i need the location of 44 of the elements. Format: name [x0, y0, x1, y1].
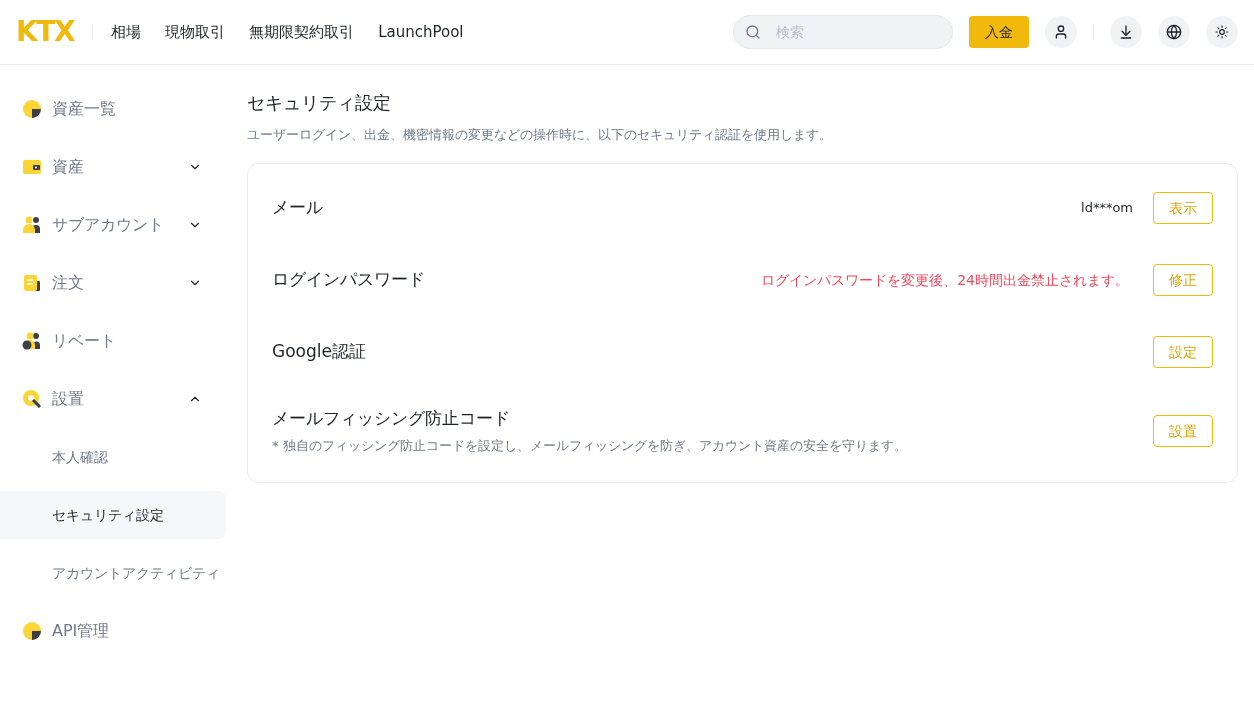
nav-link[interactable]: 相場 [111, 20, 142, 44]
pie-chart-icon [22, 99, 42, 119]
language-button[interactable] [1158, 16, 1190, 48]
sidebar-subitem[interactable]: アカウントアクティビティ [0, 549, 226, 597]
deposit-button[interactable]: 入金 [969, 16, 1029, 48]
sun-icon [1215, 25, 1229, 39]
nav-link[interactable]: LaunchPool [378, 20, 464, 44]
sidebar-item[interactable]: リベート [0, 312, 226, 370]
sidebar-subitem[interactable]: セキュリティ設定 [0, 491, 226, 539]
sidebar-item[interactable]: サブアカウント [0, 196, 226, 254]
sidebar-item[interactable]: 資産 [0, 138, 226, 196]
setting-title: ログインパスワード [272, 267, 426, 291]
wallet-icon [22, 157, 42, 177]
nav-link[interactable]: 無期限契約取引 [249, 20, 355, 44]
sidebar-item[interactable]: 注文 [0, 254, 226, 312]
document-icon [22, 273, 42, 293]
action-button[interactable]: 設置 [1153, 414, 1213, 447]
action-button[interactable]: 修正 [1153, 263, 1213, 296]
setting-title: メール [272, 195, 324, 219]
search-field[interactable]: 検索 [733, 15, 953, 49]
sidebar-subitem[interactable]: 本人確認 [0, 433, 226, 481]
setting-description: * 独自のフィッシング防止コードを設定し、メールフィッシングを防ぎ、アカウント資産の安全を守ります。 [272, 436, 908, 455]
setting-title: Google認証 [272, 339, 367, 363]
account-button[interactable] [1045, 16, 1077, 48]
setting-title: メールフィッシング防止コード [272, 407, 511, 430]
search-icon [745, 24, 761, 40]
email-value: ld***om [1081, 198, 1133, 217]
download-icon [1118, 24, 1134, 40]
action-button[interactable]: 表示 [1153, 191, 1213, 224]
users-icon [22, 215, 42, 235]
page-subtitle: ユーザーログイン、出金、機密情報の変更などの操作時に、以下のセキュリティ認証を使用します。 [247, 126, 833, 144]
users-coin-icon [22, 331, 42, 351]
globe-icon [1166, 24, 1182, 40]
action-button[interactable]: 設定 [1153, 335, 1213, 368]
user-icon [1053, 24, 1069, 40]
download-button[interactable] [1110, 16, 1142, 48]
warning-text: ログインパスワードを変更後、24時間出金禁止されます。 [761, 270, 1129, 290]
sidebar-item[interactable]: API管理 [0, 602, 226, 660]
sidebar-item[interactable]: 設置 [0, 370, 226, 428]
sidebar-item[interactable]: 資産一覧 [0, 80, 226, 138]
theme-button[interactable] [1206, 16, 1238, 48]
page-title: セキュリティ設定 [247, 91, 392, 115]
pie-chart-icon [22, 621, 42, 641]
nav-link[interactable]: 現物取引 [165, 20, 226, 44]
